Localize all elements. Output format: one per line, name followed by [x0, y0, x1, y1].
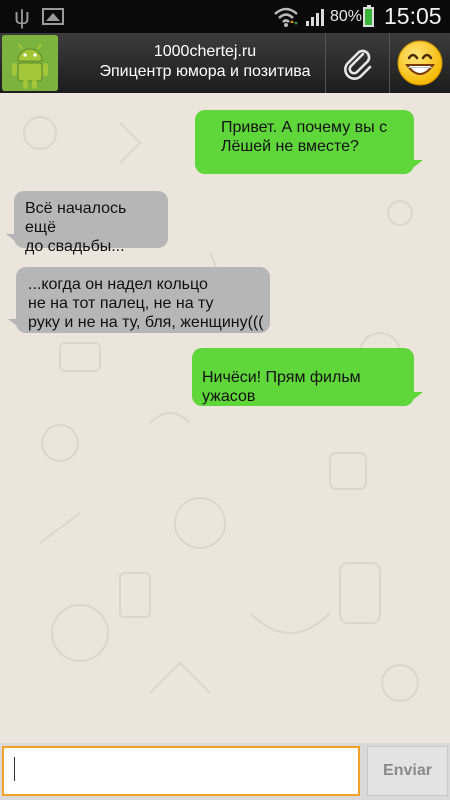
signal-icon — [304, 0, 326, 33]
smiley-icon — [397, 40, 443, 86]
usb-icon: ψ — [14, 3, 30, 29]
battery-icon — [360, 0, 376, 33]
attach-button[interactable] — [326, 33, 389, 93]
bubble-tail — [8, 319, 26, 333]
status-bar: ψ 80% 15:05 — [0, 0, 450, 33]
message-bubble-incoming[interactable]: Всё началось ещё до свадьбы... — [14, 191, 168, 255]
clock: 15:05 — [384, 3, 442, 29]
message-bubble-outgoing[interactable]: Привет. А почему вы с Лёшей не вместе? — [195, 110, 414, 174]
chat-subtitle[interactable]: Эпицентр юмора и позитива — [80, 62, 330, 81]
chat-area[interactable]: Привет. А почему вы с Лёшей не вместе? В… — [0, 93, 450, 743]
android-robot-icon[interactable] — [2, 35, 58, 91]
message-bubble-incoming[interactable]: ...когда он надел кольцо не на тот палец… — [16, 267, 270, 333]
bubble-tail — [405, 160, 423, 174]
message-text: Привет. А почему вы с Лёшей не вместе? — [221, 119, 388, 155]
wifi-icon — [272, 0, 300, 33]
text-caret — [14, 757, 15, 781]
chat-title[interactable]: 1000chertej.ru — [80, 42, 330, 61]
image-icon — [40, 0, 66, 33]
composer-bar: Enviar — [0, 743, 450, 800]
emoji-button[interactable] — [390, 33, 450, 93]
message-text: Ничёси! Прям фильм ужасов — [202, 369, 361, 405]
battery-percent: 80% — [330, 8, 363, 25]
message-text: Всё началось ещё до свадьбы... — [25, 200, 127, 255]
message-bubble-outgoing[interactable]: Ничёси! Прям фильм ужасов — [192, 348, 414, 406]
message-input[interactable] — [2, 746, 360, 796]
bubble-tail — [405, 392, 423, 406]
send-button[interactable]: Enviar — [367, 746, 448, 796]
paperclip-icon — [343, 49, 371, 80]
bubble-tail — [6, 234, 24, 248]
message-text: ...когда он надел кольцо не на тот палец… — [28, 276, 264, 331]
chat-header: 1000chertej.ru Эпицентр юмора и позитива — [0, 33, 450, 93]
